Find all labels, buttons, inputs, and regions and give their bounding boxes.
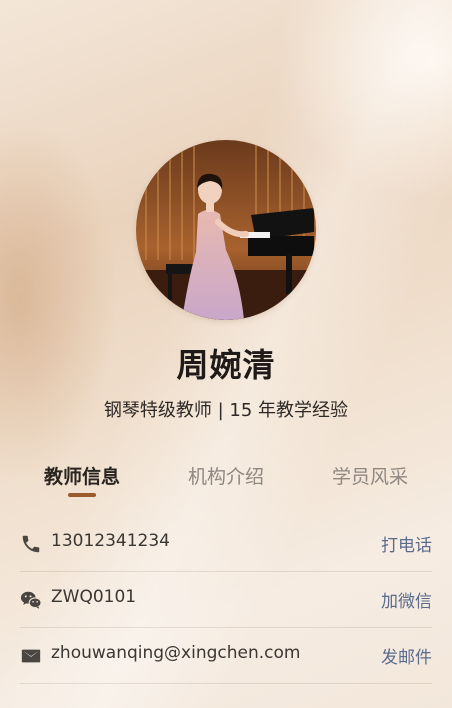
mail-icon (20, 645, 42, 667)
phone-icon (20, 533, 42, 555)
teacher-name: 周婉清 (176, 346, 276, 384)
contact-row-phone: 13012341234 打电话 (20, 516, 432, 572)
teacher-subtitle: 钢琴特级教师 | 15 年教学经验 (103, 400, 349, 421)
tab-student-showcase[interactable]: 学员风采 (332, 462, 408, 489)
tab-institution-intro[interactable]: 机构介绍 (188, 462, 264, 489)
call-button[interactable]: 打电话 (381, 531, 432, 556)
contact-row-wechat: ZWQ0101 加微信 (20, 572, 432, 628)
email-address: zhouwanqing@xingchen.com (51, 643, 301, 663)
active-tab-indicator (68, 493, 96, 497)
wechat-icon (20, 589, 42, 611)
wechat-id: ZWQ0101 (51, 587, 137, 607)
phone-number: 13012341234 (51, 531, 170, 551)
avatar (136, 140, 316, 320)
teacher-portrait-image (136, 140, 316, 320)
add-wechat-button[interactable]: 加微信 (381, 587, 432, 612)
tab-teacher-info[interactable]: 教师信息 (44, 462, 120, 489)
send-email-button[interactable]: 发邮件 (381, 643, 432, 668)
contact-row-email: zhouwanqing@xingchen.com 发邮件 (20, 628, 432, 684)
